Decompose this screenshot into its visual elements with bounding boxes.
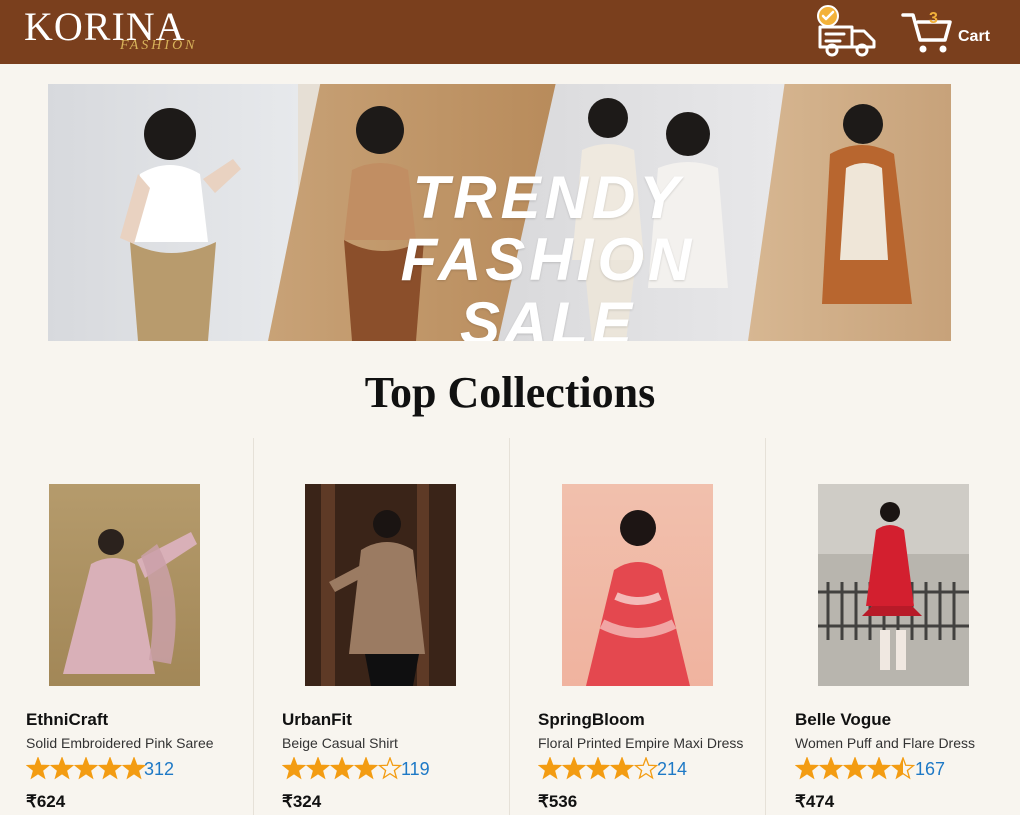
product-brand: EthniCraft — [26, 710, 109, 729]
product-brand: Belle Vogue — [795, 710, 892, 729]
product-description: Solid Embroidered Pink Saree — [26, 735, 214, 751]
rating-stars — [794, 756, 919, 783]
product-card[interactable]: EthniCraft Solid Embroidered Pink Saree … — [0, 438, 253, 815]
star-icon — [329, 756, 355, 780]
brand-logo[interactable]: KORINA FASHION — [24, 4, 224, 57]
product-price: ₹474 — [795, 792, 835, 811]
rating-count[interactable]: 119 — [401, 758, 430, 780]
star-icon — [73, 756, 99, 780]
section-title: Top Collections — [364, 368, 656, 417]
rating-stars-svg — [281, 756, 403, 780]
rating-stars-svg — [25, 756, 147, 780]
rating-stars — [281, 756, 406, 783]
product-price: ₹624 — [26, 792, 66, 811]
star-icon — [890, 756, 916, 780]
star-icon — [585, 756, 611, 780]
cart-button[interactable]: 3 Cart — [900, 9, 1000, 54]
star-icon — [353, 756, 379, 780]
banner-headline-line-1: TRENDY — [412, 164, 684, 231]
rating-stars — [537, 756, 662, 783]
product-description: Women Puff and Flare Dress — [795, 735, 976, 751]
star-icon — [609, 756, 635, 780]
product-image[interactable] — [305, 484, 456, 686]
star-icon — [794, 756, 820, 780]
star-icon — [121, 756, 147, 780]
product-card[interactable]: Belle Vogue Women Puff and Flare Dress 1… — [765, 438, 1020, 815]
logo-subtitle: FASHION — [120, 38, 198, 53]
rating-count[interactable]: 312 — [144, 758, 174, 780]
star-icon — [305, 756, 331, 780]
rating-stars-row — [794, 756, 916, 781]
cart-icon — [901, 13, 952, 53]
product-description: Floral Printed Empire Maxi Dress — [538, 735, 744, 751]
banner-panel-1 — [48, 84, 298, 341]
star-icon — [866, 756, 892, 780]
rating-count[interactable]: 214 — [657, 758, 687, 780]
product-card[interactable]: SpringBloom Floral Printed Empire Maxi D… — [509, 438, 765, 815]
rating-stars-row — [537, 756, 659, 781]
rating-count[interactable]: 167 — [915, 758, 945, 780]
product-price: ₹324 — [282, 792, 322, 811]
star-icon — [25, 756, 51, 780]
banner-headline: TRENDY FASHION SALE — [338, 164, 758, 342]
banner-headline-line-2: FASHION SALE — [400, 226, 696, 342]
site-header: KORINA FASHION 3 Cart — [0, 0, 1020, 64]
cart-label: Cart — [958, 28, 991, 45]
rating-stars-row — [281, 756, 403, 781]
truck-delivery-icon[interactable] — [814, 3, 880, 57]
star-icon — [377, 756, 403, 780]
product-image[interactable] — [562, 484, 713, 686]
star-icon — [49, 756, 75, 780]
rating-stars-row — [25, 756, 147, 781]
product-price: ₹536 — [538, 792, 578, 811]
product-image[interactable] — [49, 484, 200, 686]
rating-stars-svg — [537, 756, 659, 780]
star-icon — [537, 756, 563, 780]
product-grid: EthniCraft Solid Embroidered Pink Saree … — [0, 438, 1020, 815]
product-brand: UrbanFit — [282, 710, 352, 729]
rating-stars — [25, 756, 150, 783]
rating-stars-svg — [794, 756, 916, 780]
promo-banner[interactable]: TRENDY FASHION SALE — [48, 84, 951, 341]
product-brand: SpringBloom — [538, 710, 645, 729]
cart-count-badge: 3 — [929, 10, 938, 27]
star-icon — [561, 756, 587, 780]
product-image[interactable] — [818, 484, 969, 686]
product-card[interactable]: UrbanFit Beige Casual Shirt 119 ₹324 — [253, 438, 509, 815]
star-icon — [842, 756, 868, 780]
star-icon — [97, 756, 123, 780]
product-description: Beige Casual Shirt — [282, 735, 398, 751]
star-icon — [818, 756, 844, 780]
star-icon — [633, 756, 659, 780]
star-icon — [281, 756, 307, 780]
